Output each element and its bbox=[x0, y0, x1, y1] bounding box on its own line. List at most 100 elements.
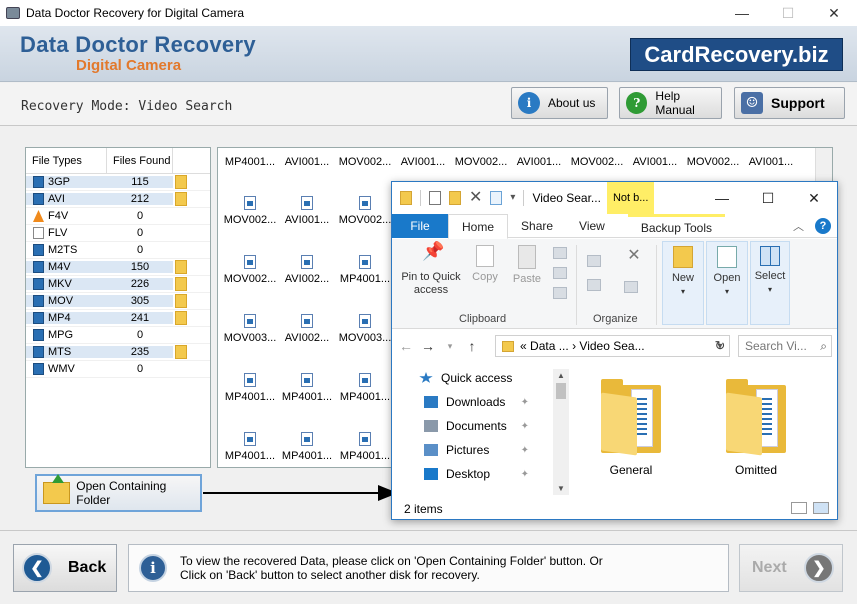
refresh-icon[interactable]: ↻ bbox=[710, 335, 730, 357]
next-button[interactable]: Next ❯ bbox=[739, 544, 843, 592]
paste-button[interactable]: Paste bbox=[510, 245, 544, 286]
paste-shortcut-icon[interactable] bbox=[553, 287, 567, 299]
pin-icon[interactable]: ✦ bbox=[521, 469, 529, 480]
tab-share[interactable]: Share bbox=[508, 214, 566, 238]
table-row[interactable]: MKV 226 bbox=[26, 276, 210, 293]
table-row[interactable]: WMV 0 bbox=[26, 361, 210, 378]
table-row[interactable]: MTS 235 bbox=[26, 344, 210, 361]
undo-icon[interactable] bbox=[490, 191, 503, 205]
details-view-icon[interactable] bbox=[791, 502, 807, 514]
pin-to-quick-access-button[interactable]: 📌 Pin to Quick access bbox=[398, 242, 464, 297]
folder-item-general[interactable]: General bbox=[599, 379, 663, 477]
recovered-file-thumbnail[interactable]: MP4001... bbox=[335, 432, 395, 467]
delete-ribbon-icon[interactable]: ✕ bbox=[624, 248, 644, 264]
tab-file[interactable]: File bbox=[392, 214, 448, 238]
back-arrow-icon[interactable]: ← bbox=[398, 338, 414, 354]
scroll-down-icon[interactable]: ▼ bbox=[553, 484, 569, 493]
recovered-file-thumbnail[interactable]: MOV003... bbox=[220, 314, 280, 354]
tab-home[interactable]: Home bbox=[448, 214, 509, 239]
folder-icon[interactable] bbox=[175, 175, 187, 189]
nav-item-desktop[interactable]: Desktop ✦ bbox=[424, 463, 553, 485]
column-header-files-found[interactable]: Files Found bbox=[107, 148, 173, 173]
recovered-file-thumbnail[interactable]: AVI002... bbox=[277, 314, 337, 354]
up-arrow-icon[interactable]: ↑ bbox=[464, 338, 480, 354]
table-row[interactable]: FLV 0 bbox=[26, 225, 210, 242]
copy-path-icon[interactable] bbox=[553, 267, 567, 279]
recovered-file-thumbnail[interactable]: MP4001... bbox=[277, 373, 337, 413]
explorer-minimize-button[interactable]: — bbox=[699, 182, 745, 214]
delete-icon[interactable]: ✕ bbox=[469, 190, 482, 206]
minimize-button[interactable]: — bbox=[719, 0, 765, 26]
nav-item-quick-access[interactable]: Quick access bbox=[419, 367, 553, 389]
tab-backup-tools[interactable]: Backup Tools bbox=[627, 214, 725, 238]
table-row[interactable]: 3GP 115 bbox=[26, 174, 210, 191]
recovered-file-thumbnail[interactable]: MP4001... bbox=[220, 432, 280, 467]
recovered-file-thumbnail[interactable]: MP4001... bbox=[335, 255, 395, 295]
folder-icon[interactable] bbox=[175, 277, 187, 291]
column-header-file-types[interactable]: File Types bbox=[26, 148, 107, 173]
cut-icon[interactable] bbox=[553, 247, 567, 259]
back-button[interactable]: ❮ Back bbox=[13, 544, 117, 592]
support-button[interactable]: ☺ Support bbox=[734, 87, 845, 119]
recovered-file-thumbnail[interactable]: MP4001... bbox=[220, 148, 280, 188]
site-banner[interactable]: CardRecovery.biz bbox=[630, 38, 843, 71]
table-row[interactable]: F4V 0 bbox=[26, 208, 210, 225]
breadcrumb-segment-video[interactable]: Video Sea... bbox=[579, 339, 644, 353]
move-to-icon[interactable] bbox=[587, 255, 601, 267]
nav-item-documents[interactable]: Documents ✦ bbox=[424, 415, 553, 437]
recovered-file-thumbnail[interactable]: AVI002... bbox=[277, 255, 337, 295]
table-row[interactable]: MOV 305 bbox=[26, 293, 210, 310]
navigation-scrollbar[interactable]: ▲ ▼ bbox=[553, 369, 569, 495]
search-input[interactable]: Search Vi... ⌕ bbox=[738, 335, 832, 357]
customize-quick-access-icon[interactable]: ▾ bbox=[510, 191, 515, 205]
collapse-ribbon-icon[interactable]: ︿ bbox=[793, 214, 815, 237]
tab-view[interactable]: View bbox=[566, 214, 618, 238]
folder-item-omitted[interactable]: Omitted bbox=[724, 379, 788, 477]
nav-item-pictures[interactable]: Pictures ✦ bbox=[424, 439, 553, 461]
recovered-file-thumbnail[interactable]: AVI001... bbox=[277, 148, 337, 188]
help-icon[interactable]: ? bbox=[815, 218, 831, 234]
table-row[interactable]: MPG 0 bbox=[26, 327, 210, 344]
large-icons-view-icon[interactable] bbox=[813, 502, 829, 514]
contextual-tools-tab[interactable]: Not b... bbox=[606, 182, 655, 214]
recovered-file-thumbnail[interactable]: AVI001... bbox=[277, 196, 337, 236]
folder-icon[interactable] bbox=[175, 345, 187, 359]
select-button[interactable]: Select ▾ bbox=[750, 241, 790, 325]
recovered-file-thumbnail[interactable]: MOV003... bbox=[335, 314, 395, 354]
table-row[interactable]: AVI 212 bbox=[26, 191, 210, 208]
recent-locations-icon[interactable]: ▾ bbox=[442, 341, 458, 352]
pin-icon[interactable]: ✦ bbox=[521, 421, 529, 432]
rename-icon[interactable] bbox=[624, 281, 638, 293]
about-us-button[interactable]: i About us bbox=[511, 87, 608, 119]
recovered-file-thumbnail[interactable]: MP4001... bbox=[277, 432, 337, 467]
folder-icon[interactable] bbox=[175, 294, 187, 308]
help-manual-button[interactable]: ? Help Manual bbox=[619, 87, 722, 119]
new-button[interactable]: New ▾ bbox=[662, 241, 704, 325]
new-folder-icon[interactable] bbox=[449, 191, 461, 205]
folder-icon[interactable] bbox=[175, 192, 187, 206]
pin-icon[interactable]: ✦ bbox=[521, 445, 529, 456]
breadcrumb-segment-data[interactable]: Data ... bbox=[530, 339, 569, 353]
properties-icon[interactable] bbox=[429, 191, 441, 205]
recovered-file-thumbnail[interactable]: MOV002... bbox=[335, 148, 395, 188]
open-button[interactable]: Open ▾ bbox=[706, 241, 748, 325]
recovered-file-thumbnail[interactable]: MOV002... bbox=[220, 255, 280, 295]
table-row[interactable]: M2TS 0 bbox=[26, 242, 210, 259]
recovered-file-thumbnail[interactable]: MOV002... bbox=[335, 196, 395, 236]
explorer-maximize-button[interactable]: ☐ bbox=[745, 182, 791, 214]
open-containing-folder-button[interactable]: Open Containing Folder bbox=[35, 474, 202, 512]
table-row[interactable]: MP4 241 bbox=[26, 310, 210, 327]
copy-button[interactable]: Copy bbox=[470, 245, 500, 284]
folder-icon[interactable] bbox=[175, 311, 187, 325]
recovered-file-thumbnail[interactable]: MP4001... bbox=[335, 373, 395, 413]
nav-item-downloads[interactable]: Downloads ✦ bbox=[424, 391, 553, 413]
explorer-close-button[interactable]: ✕ bbox=[791, 182, 837, 214]
folder-icon[interactable] bbox=[175, 260, 187, 274]
recovered-file-thumbnail[interactable]: MOV002... bbox=[220, 196, 280, 236]
address-bar[interactable]: « Data ... › Video Sea... ▾ bbox=[495, 335, 730, 357]
table-row[interactable]: M4V 150 bbox=[26, 259, 210, 276]
maximize-button[interactable]: ☐ bbox=[765, 0, 811, 26]
recovered-file-thumbnail[interactable]: MP4001... bbox=[220, 373, 280, 413]
pin-icon[interactable]: ✦ bbox=[521, 397, 529, 408]
close-button[interactable]: ✕ bbox=[811, 0, 857, 26]
